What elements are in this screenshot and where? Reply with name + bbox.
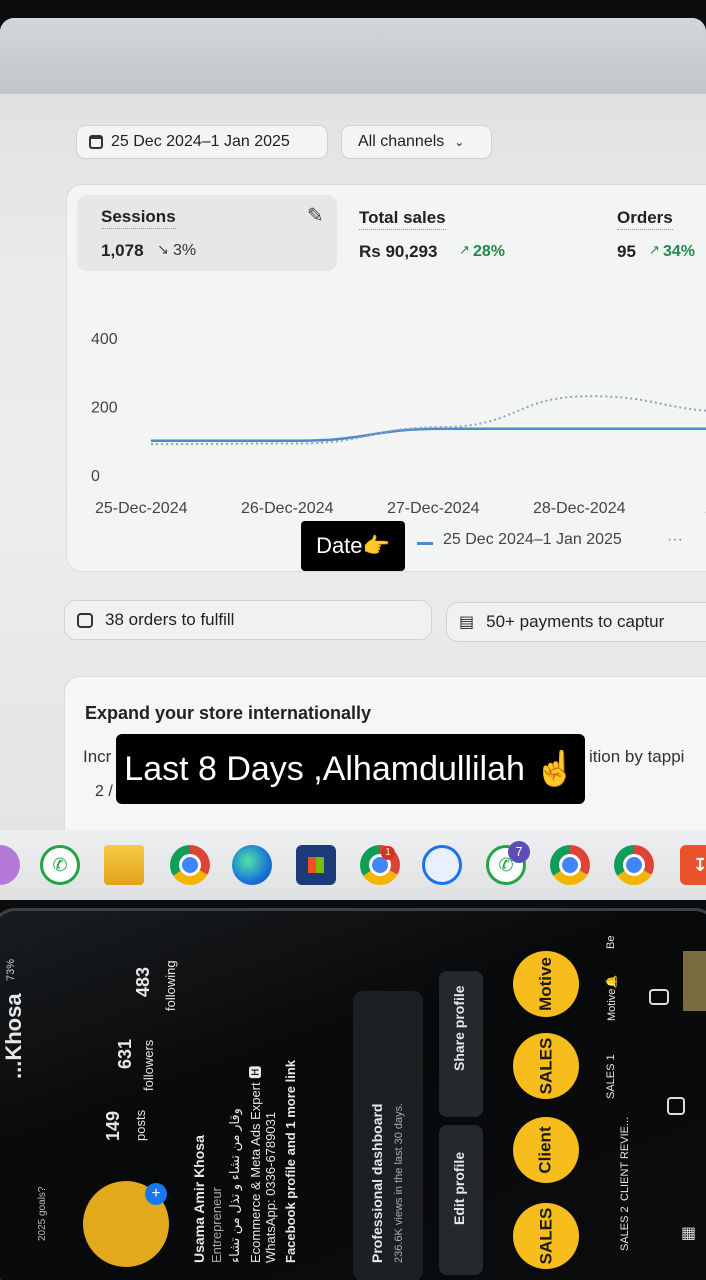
channel-filter-label: All channels (358, 133, 445, 150)
highlight-label-sales-1: SALES 1 (605, 1054, 617, 1099)
store-icon[interactable] (296, 845, 336, 885)
legend-label: 25 Dec 2024–1 Jan 2025 (443, 531, 622, 548)
more-icon: ··· (667, 531, 683, 548)
chrome-profile-icon-3[interactable] (614, 845, 654, 885)
bio-name: Usama Amir Khosa (191, 1135, 207, 1263)
expand-store-title: Expand your store internationally (85, 703, 372, 723)
followers-label: followers (141, 1039, 156, 1091)
followers-count: 631 (115, 1038, 135, 1069)
date-range-label: 25 Dec 2024–1 Jan 2025 (111, 133, 290, 150)
unread-badge: 7 (508, 841, 530, 863)
photo-frame: 25 Dec 2024–1 Jan 2025 All channels ⌄ Se… (0, 0, 706, 1280)
whatsapp-icon[interactable]: ✆ (40, 845, 80, 885)
x-tick-label: 26-Dec-2024 (241, 500, 334, 517)
date-range-button[interactable]: 25 Dec 2024–1 Jan 2025 (76, 125, 328, 159)
professional-dashboard[interactable] (353, 991, 423, 1280)
following-count: 483 (133, 966, 153, 997)
bio-urdu: وقار من تشاء و تذل من تشاء (227, 1108, 242, 1263)
highlight-motive[interactable]: Motive (513, 951, 579, 1017)
posts-label: posts (133, 1109, 148, 1141)
channel-filter-select[interactable]: All channels ⌄ (341, 125, 492, 159)
y-tick-label: 0 (91, 468, 100, 485)
share-profile-label: Share profile (451, 985, 467, 1071)
following-label: following (163, 960, 178, 1011)
chevron-down-icon: ⌄ (454, 135, 465, 149)
caption-sticker: Last 8 Days ,Alhamdullilah ☝️ (116, 734, 585, 804)
y-tick-label: 200 (91, 400, 118, 417)
legend-line-icon (417, 542, 433, 545)
expand-store-body-end: ition by tappi (589, 747, 685, 766)
chrome-canary-icon[interactable] (422, 845, 462, 885)
highlight-sales-1[interactable]: SALES (513, 1033, 579, 1099)
highlight-sales-2[interactable]: SALES (513, 1203, 579, 1269)
sessions-series-line (150, 427, 706, 442)
analytics-card: Sessions ✎ 1,078 ↘ 3% Total sales Rs 90,… (66, 184, 706, 572)
chrome-icon[interactable] (170, 845, 210, 885)
y-tick-label: 400 (91, 331, 118, 348)
bio-role: Entrepreneur (209, 1187, 224, 1263)
profile-username: ...Khosa (1, 993, 26, 1079)
laptop-screen: 25 Dec 2024–1 Jan 2025 All channels ⌄ Se… (0, 18, 706, 833)
expand-store-counter: 2 / (95, 783, 113, 800)
avatar-note: 2025 goals? (37, 1186, 48, 1242)
expand-store-body-start: Incr (83, 747, 112, 766)
notification-badge: 1 (381, 846, 395, 860)
highlight-label-motive: Motive🔔 (606, 974, 618, 1021)
sessions-chart: 0 200 400 25-Dec-2024 26-Dec-2024 27-Dec-2024… (91, 331, 706, 517)
download-app-icon[interactable]: ↧ (680, 845, 706, 885)
bio-expertise: Ecommerce & Meta Ads Expert 🅷 (248, 1065, 263, 1263)
calendar-icon (89, 135, 103, 149)
add-story-icon[interactable]: + (145, 1183, 167, 1205)
camera-icon[interactable] (649, 989, 669, 1005)
inbox-icon (77, 612, 93, 628)
phone: 73% ...Khosa 2025 goals? + 149 posts 631… (0, 908, 706, 1280)
orders-to-fulfill-button[interactable]: 38 orders to fulfill (64, 600, 432, 640)
highlight-label-client: CLIENT REVIE... (619, 1116, 631, 1201)
edge-icon[interactable] (232, 845, 272, 885)
posts-count: 149 (103, 1110, 123, 1141)
bio-whatsapp: WhatsApp: 0336-6789031 (263, 1111, 278, 1263)
x-tick-label: 25-Dec-2024 (95, 500, 188, 517)
highlight-label-be: Be (605, 935, 617, 949)
file-explorer-icon[interactable] (104, 845, 144, 885)
comparison-series-line (150, 395, 706, 446)
edit-profile-label: Edit profile (451, 1151, 467, 1225)
orders-to-fulfill-label: 38 orders to fulfill (105, 610, 235, 629)
dashboard-title: Professional dashboard (369, 1103, 385, 1263)
browser-top-area (0, 18, 706, 94)
dashboard-subtitle: 236.6K views in the last 30 days. (393, 1102, 405, 1263)
payments-to-capture-button[interactable]: ▤ 50+ payments to captur (446, 602, 706, 642)
payment-icon: ▤ (459, 614, 475, 631)
bio-link[interactable]: Facebook profile and 1 more link (283, 1060, 298, 1263)
x-tick-label: 27-Dec-2024 (387, 500, 480, 517)
battery-level: 73% (5, 958, 17, 981)
chrome-profile-icon-2[interactable] (550, 845, 590, 885)
post-thumbnail[interactable] (683, 951, 706, 1011)
tag-icon[interactable] (667, 1097, 685, 1115)
highlight-client-reviews[interactable]: Client (513, 1117, 579, 1183)
highlight-label-sales-2: SALES 2 (619, 1206, 631, 1251)
date-sticker: Date👉 (301, 521, 405, 571)
payments-to-capture-label: 50+ payments to captur (486, 612, 665, 631)
grid-icon[interactable]: ▦ (681, 1223, 696, 1243)
x-tick-label: 28-Dec-2024 (533, 500, 626, 517)
